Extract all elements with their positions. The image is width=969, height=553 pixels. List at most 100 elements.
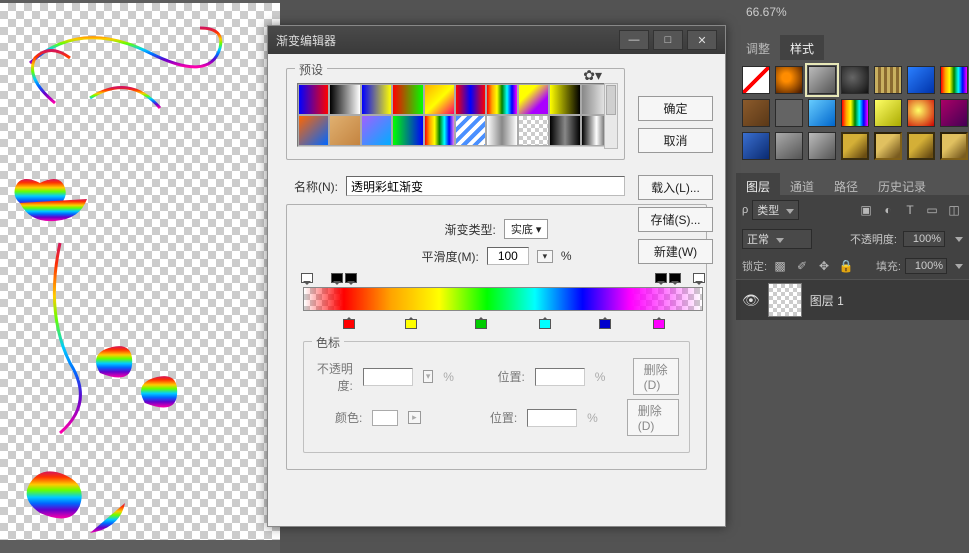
- preset-swatch[interactable]: [298, 84, 329, 115]
- style-swatch[interactable]: [874, 99, 902, 127]
- color-picker-arrow[interactable]: ▸: [408, 411, 420, 424]
- style-swatch[interactable]: [742, 66, 770, 94]
- new-button[interactable]: 新建(W): [638, 239, 713, 264]
- color-stop[interactable]: [653, 317, 663, 329]
- filter-smart-icon[interactable]: ◫: [945, 201, 963, 219]
- preset-swatch[interactable]: [455, 115, 486, 146]
- filter-image-icon[interactable]: ▣: [857, 201, 875, 219]
- color-location-field[interactable]: [527, 409, 577, 427]
- preset-swatch[interactable]: [424, 84, 455, 115]
- layer-name[interactable]: 图层 1: [810, 292, 844, 309]
- preset-swatch[interactable]: [455, 84, 486, 115]
- preset-swatch[interactable]: [518, 115, 549, 146]
- maximize-button[interactable]: □: [653, 30, 683, 50]
- style-swatch[interactable]: [775, 66, 803, 94]
- preset-swatch[interactable]: [486, 84, 517, 115]
- load-button[interactable]: 载入(L)...: [638, 175, 713, 200]
- opacity-stop[interactable]: [655, 273, 665, 285]
- opacity-stepper[interactable]: ▾: [423, 370, 433, 383]
- dialog-titlebar[interactable]: 渐变编辑器 — □ ✕: [268, 26, 725, 54]
- gradient-bar-editor[interactable]: [303, 273, 703, 329]
- delete-opacity-stop-button[interactable]: 删除(D): [633, 358, 679, 395]
- opacity-stop[interactable]: [669, 273, 679, 285]
- delete-color-stop-button[interactable]: 删除(D): [627, 399, 679, 436]
- lock-brush-icon[interactable]: ✐: [793, 257, 811, 275]
- tab-layers[interactable]: 图层: [736, 173, 780, 195]
- style-swatch[interactable]: [742, 132, 770, 160]
- zoom-level[interactable]: 66.67%: [746, 5, 787, 19]
- opacity-value[interactable]: 100%: [903, 231, 945, 247]
- smoothness-input[interactable]: [487, 247, 529, 265]
- color-stop[interactable]: [539, 317, 549, 329]
- filter-type-icon[interactable]: T: [901, 201, 919, 219]
- presets-scrollbar[interactable]: [604, 83, 618, 149]
- save-button[interactable]: 存储(S)...: [638, 207, 713, 232]
- cancel-button[interactable]: 取消: [638, 128, 713, 153]
- preset-swatch[interactable]: [549, 84, 580, 115]
- preset-swatch[interactable]: [361, 84, 392, 115]
- opacity-stop[interactable]: [693, 273, 703, 285]
- opacity-stop[interactable]: [331, 273, 341, 285]
- opacity-location-field[interactable]: [535, 368, 585, 386]
- style-swatch[interactable]: [841, 99, 869, 127]
- preset-swatch[interactable]: [392, 84, 423, 115]
- layer-row[interactable]: 👁 图层 1: [736, 280, 969, 320]
- document-canvas[interactable]: [0, 3, 280, 540]
- preset-swatch[interactable]: [329, 84, 360, 115]
- opacity-stop[interactable]: [345, 273, 355, 285]
- style-swatch[interactable]: [940, 132, 968, 160]
- color-well[interactable]: [372, 410, 398, 426]
- color-stop[interactable]: [475, 317, 485, 329]
- style-swatch[interactable]: [808, 99, 836, 127]
- gradient-type-select[interactable]: 实底 ▾: [504, 219, 549, 239]
- preset-swatch[interactable]: [298, 115, 329, 146]
- fill-value[interactable]: 100%: [905, 258, 947, 274]
- smoothness-stepper[interactable]: ▾: [537, 250, 553, 263]
- style-swatch[interactable]: [841, 132, 869, 160]
- filter-adjust-icon[interactable]: ◐: [879, 201, 897, 219]
- color-stop[interactable]: [405, 317, 415, 329]
- style-swatch[interactable]: [775, 132, 803, 160]
- close-button[interactable]: ✕: [687, 30, 717, 50]
- color-stop[interactable]: [599, 317, 609, 329]
- preset-swatch[interactable]: [549, 115, 580, 146]
- style-swatch[interactable]: [907, 132, 935, 160]
- lock-move-icon[interactable]: ✥: [815, 257, 833, 275]
- preset-swatch[interactable]: [424, 115, 455, 146]
- layer-thumbnail[interactable]: [768, 283, 802, 317]
- gradient-name-input[interactable]: [346, 176, 625, 196]
- preset-swatch[interactable]: [392, 115, 423, 146]
- style-swatch[interactable]: [808, 132, 836, 160]
- style-swatch[interactable]: [742, 99, 770, 127]
- lock-pixels-icon[interactable]: ▩: [771, 257, 789, 275]
- preset-swatch[interactable]: [329, 115, 360, 146]
- filter-shape-icon[interactable]: ▭: [923, 201, 941, 219]
- lock-all-icon[interactable]: 🔒: [837, 257, 855, 275]
- style-swatch-selected[interactable]: [808, 66, 836, 94]
- blend-mode-select[interactable]: 正常: [742, 229, 812, 249]
- gradient-bar[interactable]: [303, 287, 703, 311]
- tab-styles[interactable]: 样式: [780, 35, 824, 60]
- style-swatch[interactable]: [907, 66, 935, 94]
- tab-adjust[interactable]: 调整: [736, 35, 780, 60]
- style-swatch[interactable]: [874, 132, 902, 160]
- tab-paths[interactable]: 路径: [824, 173, 868, 195]
- opacity-stop[interactable]: [301, 273, 311, 285]
- preset-swatch[interactable]: [518, 84, 549, 115]
- style-swatch[interactable]: [907, 99, 935, 127]
- style-swatch[interactable]: [874, 66, 902, 94]
- style-swatch[interactable]: [775, 99, 803, 127]
- tab-history[interactable]: 历史记录: [868, 173, 936, 195]
- presets-menu-icon[interactable]: ✿▾: [583, 67, 602, 84]
- visibility-icon[interactable]: 👁: [742, 292, 760, 309]
- layer-type-select[interactable]: 类型: [752, 200, 799, 220]
- color-stop[interactable]: [343, 317, 353, 329]
- style-swatch[interactable]: [841, 66, 869, 94]
- style-swatch[interactable]: [940, 99, 968, 127]
- minimize-button[interactable]: —: [619, 30, 649, 50]
- preset-swatch[interactable]: [486, 115, 517, 146]
- ok-button[interactable]: 确定: [638, 96, 713, 121]
- preset-swatch[interactable]: [361, 115, 392, 146]
- opacity-field[interactable]: [363, 368, 413, 386]
- style-swatch[interactable]: [940, 66, 968, 94]
